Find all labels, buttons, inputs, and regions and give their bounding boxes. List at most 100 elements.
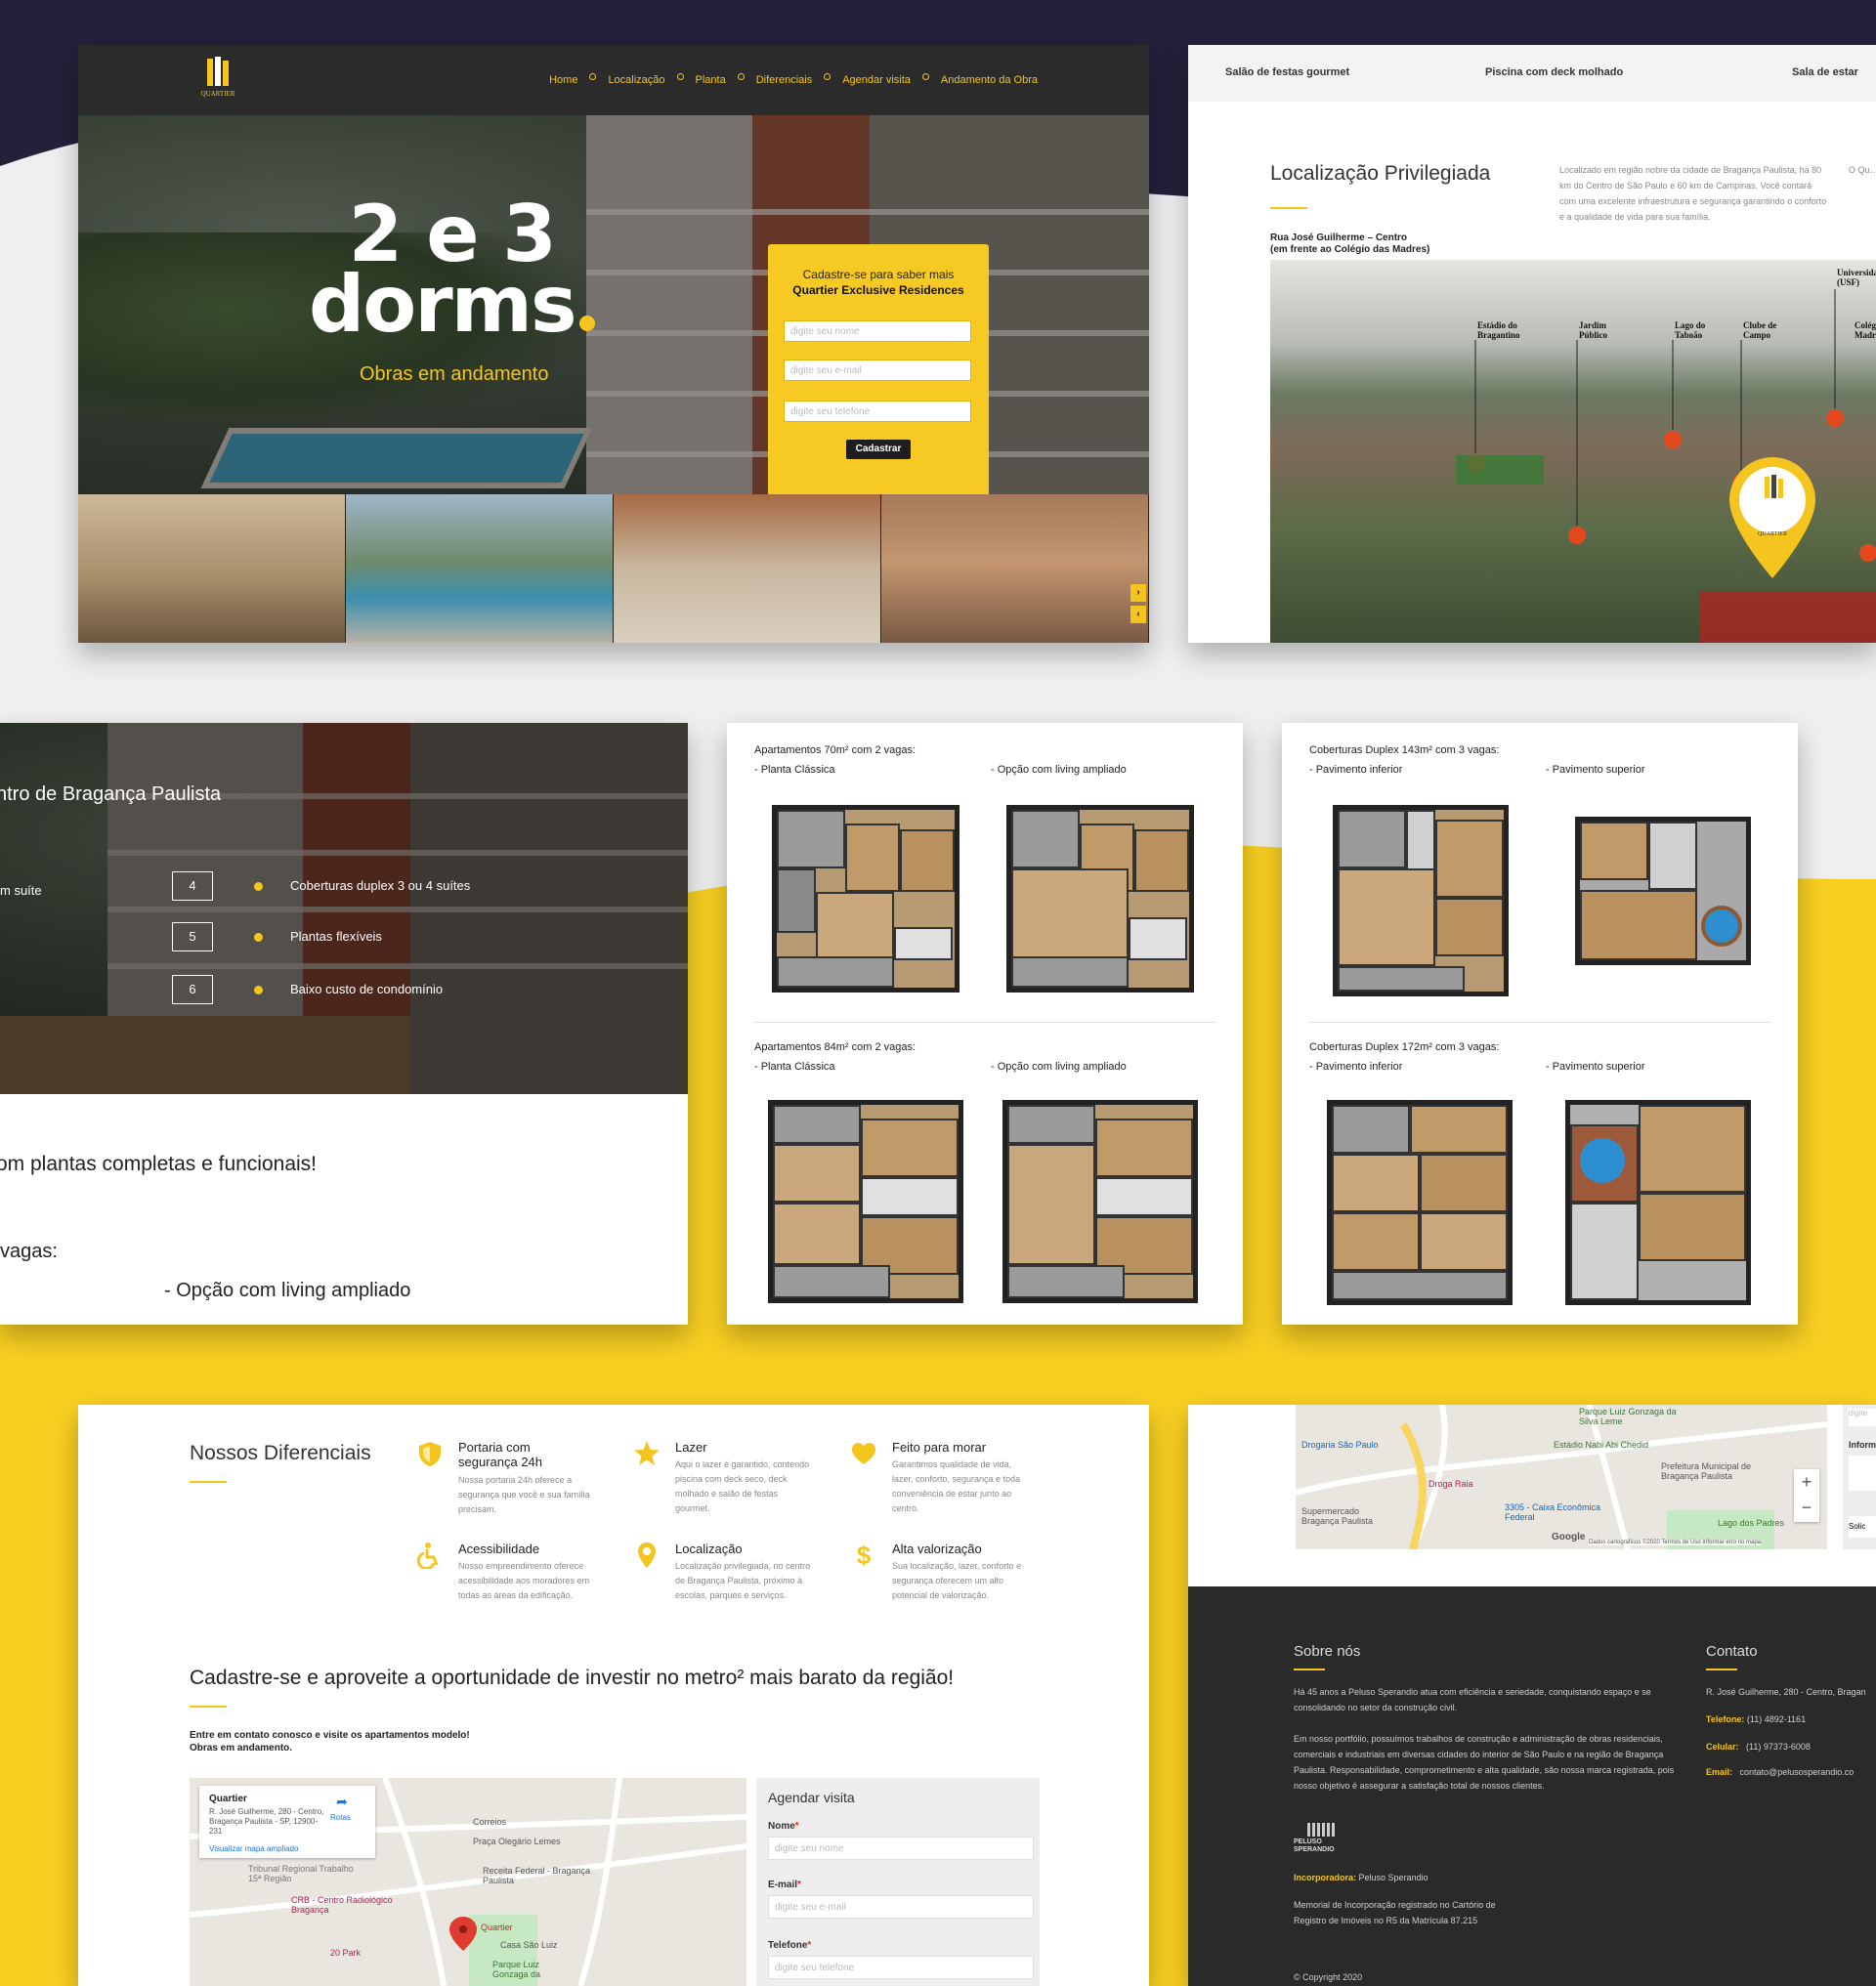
svg-text:QUARTIER: QUARTIER — [201, 90, 235, 98]
feature-text: Coberturas duplex 3 ou 4 suítes — [290, 878, 471, 893]
site-footer: Sobre nós Há 45 anos a Peluso Sperandio … — [1188, 1586, 1876, 1986]
map-label: Drogaria São Paulo — [1301, 1440, 1379, 1450]
signup-phone-input[interactable]: digite seu telefone — [784, 401, 971, 422]
footer-card: Drogaria São Paulo Parque Luiz Gonzaga d… — [1188, 1405, 1876, 1986]
signup-email-input[interactable]: digite seu e-mail — [784, 359, 971, 381]
aerial-city-map: Estádio do Bragantino Jardim Público Lag… — [1270, 260, 1876, 643]
pin-label-universidade: Universidade (USF) — [1837, 268, 1876, 287]
gallery-thumb-living[interactable] — [614, 494, 881, 643]
map-zoom-controls: + − — [1794, 1469, 1819, 1522]
contact-email[interactable]: Email: contato@pelusosperandio.co — [1706, 1764, 1854, 1780]
floorplan-172-upper[interactable] — [1565, 1100, 1751, 1305]
floorplan-143-upper[interactable] — [1575, 817, 1751, 965]
location-pin-icon — [638, 1542, 656, 1568]
floorplan-84-classic[interactable] — [768, 1100, 963, 1303]
side-submit-button[interactable]: Solic — [1849, 1516, 1876, 1538]
plan-172-upper-label: - Pavimento superior — [1546, 1061, 1645, 1073]
plan-143-title: Coberturas Duplex 143m² com 3 vagas: — [1309, 744, 1500, 756]
nav-planta[interactable]: Planta — [696, 74, 726, 86]
gallery-prev-button[interactable]: ‹ — [1130, 606, 1146, 623]
visit-email-label: E-mail* — [768, 1880, 801, 1890]
location-map[interactable]: Quartier R. José Guilherme, 280 - Centro… — [189, 1776, 747, 1986]
diferencial-morar: Feito para morar Garantimos qualidade de… — [850, 1440, 1020, 1538]
amenity-pool[interactable]: Piscina com deck molhado — [1485, 66, 1623, 78]
gallery-next-button[interactable]: › — [1130, 584, 1146, 602]
side-input[interactable]: digite — [1849, 1409, 1876, 1426]
signup-project-name: Quartier Exclusive Residences — [792, 283, 964, 297]
diferencial-title: Feito para morar — [892, 1440, 987, 1455]
nav-agendar-visita[interactable]: Agendar visita — [842, 74, 911, 86]
visit-phone-input[interactable]: digite seu telefone — [768, 1956, 1034, 1979]
title-underline — [1270, 207, 1307, 209]
gallery-thumb-pool[interactable] — [346, 494, 614, 643]
map-enlarge-link[interactable]: Visualizar mapa ampliado — [209, 1844, 298, 1853]
gallery-thumbnails: › ‹ — [78, 494, 1149, 643]
diferencial-seguranca: Portaria com segurança 24h Nossa portari… — [416, 1440, 590, 1538]
floorplan-70-classic[interactable] — [772, 805, 959, 993]
amenity-living[interactable]: Sala de estar — [1792, 66, 1858, 78]
quartier-logo[interactable]: QUARTIER — [195, 55, 240, 104]
map-label: Lago dos Padres — [1718, 1518, 1785, 1528]
signup-name-input[interactable]: digite seu nome — [784, 320, 971, 342]
directions-icon[interactable]: ➦ — [336, 1794, 348, 1810]
floorplan-143-lower[interactable] — [1333, 805, 1509, 996]
zoom-out-button[interactable]: − — [1794, 1496, 1819, 1522]
diferencial-title: Acessibilidade — [458, 1542, 540, 1556]
living-option-label: - Opção com living ampliado — [164, 1280, 411, 1301]
amenity-gourmet[interactable]: Salão de festas gourmet — [1225, 66, 1349, 78]
floorplan-70-living[interactable] — [1006, 805, 1194, 993]
contact-title: Contato — [1706, 1643, 1758, 1660]
visit-email-input[interactable]: digite seu e-mail — [768, 1895, 1034, 1919]
map-credits[interactable]: Dados cartográficos ©2020 Termos de Uso … — [1589, 1540, 1762, 1545]
peluso-sperandio-logo: PELUSO SPERANDIO — [1294, 1823, 1352, 1856]
pin-label-clube: Clube de Campo — [1743, 320, 1777, 340]
diferencial-title: Localização — [675, 1542, 743, 1556]
zoom-in-button[interactable]: + — [1794, 1469, 1819, 1496]
diferencial-title: Lazer — [675, 1440, 707, 1455]
diferencial-localizacao: Localização Localização privilegiada, no… — [633, 1542, 810, 1639]
floorplan-172-lower[interactable] — [1327, 1100, 1513, 1305]
map-routes-link[interactable]: Rotas — [330, 1813, 351, 1822]
location-map-2[interactable]: Drogaria São Paulo Parque Luiz Gonzaga d… — [1295, 1405, 1828, 1551]
nav-diferenciais[interactable]: Diferenciais — [756, 74, 812, 86]
feature-item-5: 5 Plantas flexíveis — [172, 922, 382, 951]
diferencial-text: Garantimos qualidade de vida, lazer, con… — [892, 1459, 1021, 1513]
feature-number: 6 — [172, 975, 213, 1004]
contact-phone: Telefone: (11) 4892-1161 — [1706, 1714, 1807, 1724]
diferencial-title: Alta valorização — [892, 1542, 982, 1556]
nav-localizacao[interactable]: Localização — [608, 74, 664, 86]
nav-andamento-obra[interactable]: Andamento da Obra — [941, 74, 1038, 86]
feature-bullet — [254, 882, 263, 891]
plan-84-living-label: - Opção com living ampliado — [991, 1061, 1127, 1073]
diferenciais-card: Nossos Diferenciais Portaria com seguran… — [78, 1405, 1149, 1986]
feature-item-4: 4 Coberturas duplex 3 ou 4 suítes — [172, 871, 470, 901]
diferencial-acessibilidade: Acessibilidade Nosso empreendimento ofer… — [416, 1542, 589, 1639]
feature-text: Plantas flexíveis — [290, 929, 382, 944]
google-logo: Google — [1552, 1532, 1586, 1542]
plan-172-title: Coberturas Duplex 172m² com 3 vagas: — [1309, 1041, 1500, 1053]
map-label: Parque Luiz Gonzaga da — [492, 1960, 541, 1979]
map-label: Quartier — [481, 1923, 513, 1932]
map-label: Casa São Luiz — [500, 1940, 558, 1950]
memorial-text: Memorial de Incorporação registrado no C… — [1294, 1900, 1496, 1925]
gallery-thumb-balcony[interactable]: › ‹ — [881, 494, 1149, 643]
heart-icon — [852, 1443, 875, 1464]
feature-bullet — [254, 933, 263, 942]
dollar-icon: $ — [856, 1541, 872, 1570]
nav-home[interactable]: Home — [549, 74, 577, 86]
title-underline — [190, 1481, 227, 1483]
side-textarea[interactable] — [1849, 1456, 1876, 1491]
features-heading: ntro de Bragança Paulista — [0, 783, 222, 805]
plans-divider — [754, 1022, 1215, 1023]
about-text-1: Há 45 anos a Peluso Sperandio atua com e… — [1294, 1687, 1651, 1712]
visit-name-input[interactable]: digite seu nome — [768, 1837, 1034, 1860]
vagas-label: vagas: — [0, 1241, 58, 1262]
gallery-thumb-gourmet[interactable] — [78, 494, 346, 643]
floorplan-84-living[interactable] — [1002, 1100, 1198, 1303]
plan-70-title: Apartamentos 70m² com 2 vagas: — [754, 744, 917, 756]
plans-heading: om plantas completas e funcionais! — [0, 1153, 318, 1175]
plan-172-lower-label: - Pavimento inferior — [1309, 1061, 1403, 1073]
title-underline — [1294, 1669, 1325, 1670]
signup-submit-button[interactable]: Cadastrar — [846, 440, 911, 459]
nav-separator — [589, 73, 597, 80]
